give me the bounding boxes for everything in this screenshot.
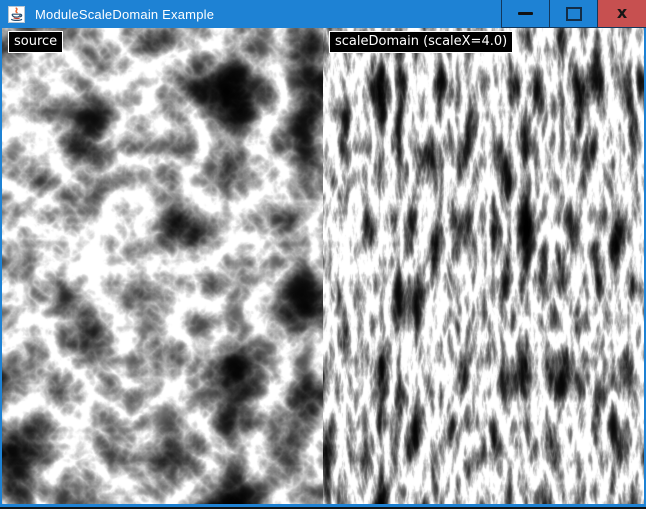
minimize-icon: [518, 12, 533, 15]
minimize-button[interactable]: [501, 0, 549, 28]
image-area: source scaleDomain (scaleX=4.0): [2, 28, 644, 504]
panel-source: source: [2, 28, 323, 504]
source-label: source: [8, 31, 63, 53]
titlebar[interactable]: ModuleScaleDomain Example x: [0, 0, 646, 28]
panel-scaledomain: scaleDomain (scaleX=4.0): [323, 28, 644, 504]
window-controls: x: [501, 0, 646, 27]
app-window: ModuleScaleDomain Example x source scale…: [0, 0, 646, 507]
maximize-icon: [566, 7, 582, 21]
maximize-button[interactable]: [549, 0, 597, 28]
close-icon: x: [617, 5, 627, 21]
java-coffee-cup-icon: [8, 6, 25, 23]
window-title: ModuleScaleDomain Example: [35, 7, 214, 22]
screen: { "titlebar": { "title": "ModuleScaleDom…: [0, 0, 646, 509]
scaledomain-label: scaleDomain (scaleX=4.0): [329, 31, 513, 53]
scaledomain-noise-image: [323, 28, 644, 504]
close-button[interactable]: x: [597, 0, 646, 28]
source-noise-image: [2, 28, 323, 504]
